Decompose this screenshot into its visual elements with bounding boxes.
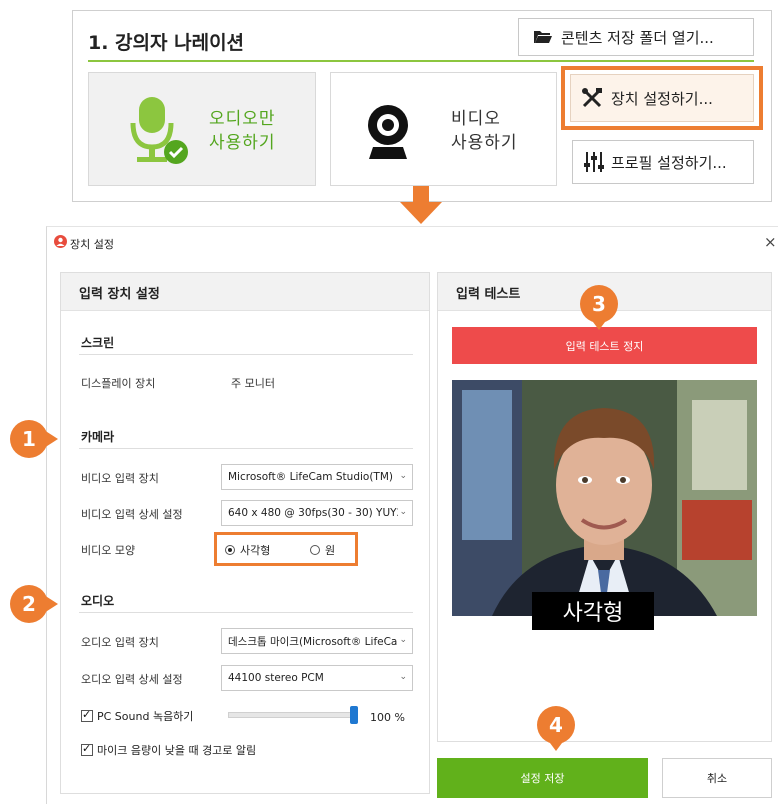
audio-divider	[79, 612, 413, 613]
audio-only-option[interactable]: 오디오만 사용하기	[88, 72, 316, 186]
audio-detail-label: 오디오 입력 상세 설정	[81, 673, 183, 686]
display-device-value: 주 모니터	[231, 377, 275, 390]
dialog-title: 장치 설정	[70, 238, 114, 251]
profile-settings-button[interactable]: 프로필 설정하기...	[572, 140, 754, 184]
chevron-down-icon: ⌄	[399, 635, 407, 645]
preview-shape-caption: 사각형	[532, 592, 654, 630]
video-detail-select[interactable]: 640 x 480 @ 30fps(30 - 30) YUY2 ⌄	[221, 500, 413, 526]
video-input-device-value: Microsoft® LifeCam Studio(TM)	[228, 471, 393, 483]
save-settings-button[interactable]: 설정 저장	[437, 758, 648, 798]
video-detail-value: 640 x 480 @ 30fps(30 - 30) YUY2	[228, 507, 398, 519]
callout-pointer-icon	[590, 318, 608, 330]
open-content-folder-label: 콘텐츠 저장 폴더 열기...	[561, 28, 714, 47]
check-circle-icon	[164, 140, 188, 164]
sliders-icon	[584, 152, 604, 172]
checkbox-checked-icon	[81, 708, 93, 722]
audio-only-label-line1: 오디오만	[209, 109, 276, 129]
volume-value: 100 %	[370, 711, 405, 724]
callout-pointer-icon	[44, 430, 58, 448]
video-label: 비디오 사용하기	[451, 107, 518, 155]
video-shape-label: 비디오 모양	[81, 544, 136, 557]
open-content-folder-button[interactable]: 콘텐츠 저장 폴더 열기...	[518, 18, 754, 56]
camera-preview-image	[452, 380, 757, 616]
stop-input-test-button[interactable]: 입력 테스트 정지	[452, 327, 757, 364]
checkbox-checked-icon	[81, 742, 93, 756]
device-settings-button[interactable]: 장치 설정하기...	[570, 74, 754, 122]
webcam-icon	[368, 105, 408, 159]
shape-rect-radio[interactable]: 사각형	[225, 542, 270, 558]
folder-open-icon	[534, 31, 552, 43]
callout-pointer-icon	[44, 595, 58, 613]
display-device-label: 디스플레이 장치	[81, 377, 156, 390]
volume-slider-track[interactable]	[228, 712, 356, 718]
audio-input-device-label: 오디오 입력 장치	[81, 636, 159, 649]
pc-sound-label: PC Sound 녹음하기	[97, 710, 194, 723]
input-settings-title: 입력 장치 설정	[79, 287, 160, 302]
video-option[interactable]: 비디오 사용하기	[330, 72, 557, 186]
volume-slider-thumb[interactable]	[350, 706, 358, 724]
app-logo-icon	[54, 235, 67, 248]
camera-divider	[79, 448, 413, 449]
shape-rect-label: 사각형	[240, 544, 271, 557]
video-input-device-label: 비디오 입력 장치	[81, 472, 159, 485]
audio-detail-select[interactable]: 44100 stereo PCM ⌄	[221, 665, 413, 691]
audio-input-device-select[interactable]: 데스크톱 마이크(Microsoft® LifeCam ⌄	[221, 628, 413, 654]
callout-badge-2: 2	[10, 585, 48, 623]
tools-icon	[582, 88, 602, 108]
screen-heading: 스크린	[81, 336, 115, 350]
device-settings-label: 장치 설정하기...	[611, 89, 713, 108]
camera-preview	[452, 380, 757, 616]
screen-divider	[79, 354, 413, 355]
input-test-title: 입력 테스트	[456, 287, 521, 302]
profile-settings-label: 프로필 설정하기...	[611, 153, 727, 172]
chevron-down-icon: ⌄	[399, 471, 407, 481]
mic-warning-label: 마이크 음량이 낮을 때 경고로 알림	[97, 744, 257, 757]
video-label-line2: 사용하기	[451, 133, 518, 153]
chevron-down-icon: ⌄	[399, 672, 407, 682]
audio-heading: 오디오	[81, 594, 115, 608]
close-icon[interactable]: ×	[764, 233, 777, 251]
shape-circle-label: 원	[325, 544, 336, 557]
audio-only-label: 오디오만 사용하기	[209, 107, 276, 155]
audio-detail-value: 44100 stereo PCM	[228, 672, 324, 684]
radio-unselected-icon	[310, 545, 320, 555]
mic-warning-checkbox[interactable]: 마이크 음량이 낮을 때 경고로 알림	[81, 742, 256, 758]
callout-pointer-icon	[547, 739, 565, 751]
shape-circle-radio[interactable]: 원	[310, 542, 335, 558]
video-input-device-select[interactable]: Microsoft® LifeCam Studio(TM) ⌄	[221, 464, 413, 490]
callout-badge-1: 1	[10, 420, 48, 458]
pc-sound-checkbox[interactable]: PC Sound 녹음하기	[81, 708, 193, 724]
video-label-line1: 비디오	[451, 109, 501, 129]
down-arrow-icon	[400, 186, 442, 224]
section-title: 1. 강의자 나레이션	[88, 32, 245, 54]
audio-input-device-value: 데스크톱 마이크(Microsoft® LifeCam	[228, 635, 398, 648]
video-detail-label: 비디오 입력 상세 설정	[81, 508, 183, 521]
camera-heading: 카메라	[81, 430, 115, 444]
audio-only-label-line2: 사용하기	[209, 133, 276, 153]
cancel-button[interactable]: 취소	[662, 758, 772, 798]
section-divider	[88, 60, 754, 62]
chevron-down-icon: ⌄	[399, 507, 407, 517]
radio-selected-icon	[225, 545, 235, 555]
